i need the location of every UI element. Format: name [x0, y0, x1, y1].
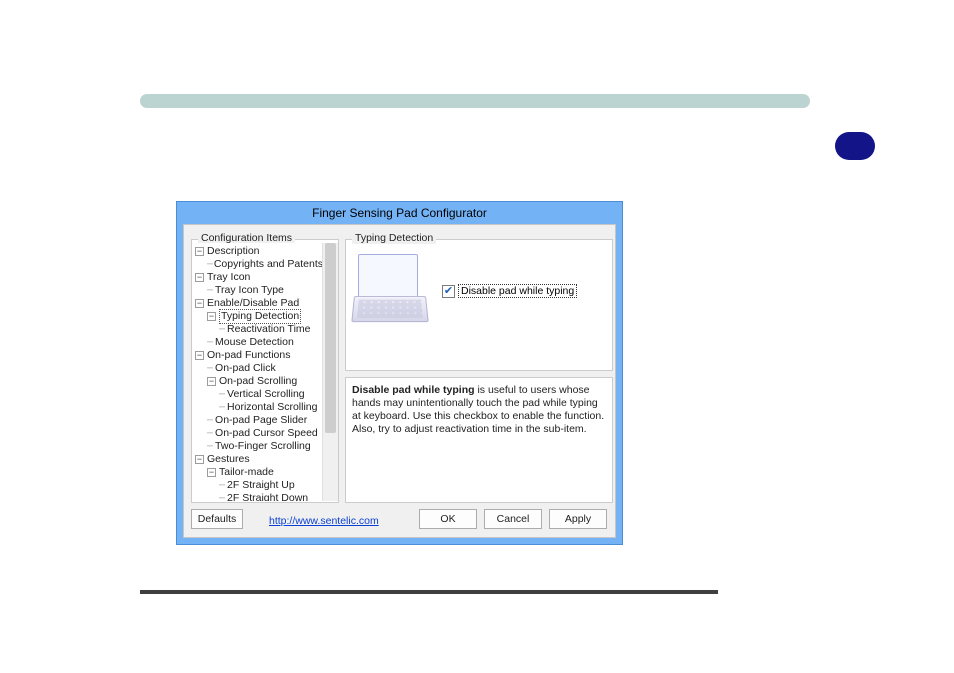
- decorative-pill: [835, 132, 875, 160]
- typing-illustration: [354, 254, 426, 328]
- tree-item-label: Gestures: [207, 453, 250, 466]
- tree-collapse-icon[interactable]: −: [207, 312, 216, 321]
- tree-item-label: Mouse Detection: [215, 336, 294, 349]
- configuration-items-group: Configuration Items −Description⋯Copyrig…: [191, 239, 339, 503]
- tree-branch-icon: ⋯: [207, 284, 212, 297]
- tree-item-label: On-pad Functions: [207, 349, 290, 362]
- tree-item[interactable]: −On-pad Functions: [193, 349, 323, 362]
- tree-collapse-icon[interactable]: −: [195, 351, 204, 360]
- tree-item-label: Tray Icon: [207, 271, 250, 284]
- tree-item-label: On-pad Scrolling: [219, 375, 297, 388]
- footer-rule: [140, 590, 718, 594]
- tree-item[interactable]: ⋯Tray Icon Type: [193, 284, 323, 297]
- tree-collapse-icon[interactable]: −: [195, 247, 204, 256]
- tree-item-label: On-pad Cursor Speed: [215, 427, 318, 440]
- tree-collapse-icon[interactable]: −: [207, 468, 216, 477]
- tree-item[interactable]: ⋯Two-Finger Scrolling: [193, 440, 323, 453]
- tree-branch-icon: ⋯: [207, 362, 212, 375]
- tree-item-label: On-pad Page Slider: [215, 414, 307, 427]
- tree-branch-icon: ⋯: [207, 336, 212, 349]
- tree-item[interactable]: ⋯Mouse Detection: [193, 336, 323, 349]
- window-client: Configuration Items −Description⋯Copyrig…: [183, 224, 616, 538]
- tree-item-label: Description: [207, 245, 260, 258]
- illustration-keyboard-icon: [351, 296, 428, 322]
- tree-item-label: Typing Detection: [219, 309, 301, 324]
- tree-item[interactable]: ⋯On-pad Click: [193, 362, 323, 375]
- tree-branch-icon: ⋯: [207, 258, 212, 271]
- tree-item[interactable]: ⋯2F Straight Up: [193, 479, 323, 492]
- tree-item[interactable]: −Gestures: [193, 453, 323, 466]
- tree-item[interactable]: −Description: [193, 245, 323, 258]
- tree-item[interactable]: ⋯2F Straight Down: [193, 492, 323, 501]
- tree-collapse-icon[interactable]: −: [207, 377, 216, 386]
- cancel-button[interactable]: Cancel: [484, 509, 542, 529]
- tree-item[interactable]: −Tray Icon: [193, 271, 323, 284]
- tree-item[interactable]: ⋯Reactivation Time: [193, 323, 323, 336]
- disable-pad-checkbox-label: Disable pad while typing: [458, 284, 577, 298]
- tree-branch-icon: ⋯: [219, 492, 224, 501]
- tree-branch-icon: ⋯: [207, 414, 212, 427]
- tree-item-label: Tray Icon Type: [215, 284, 284, 297]
- tree-item[interactable]: −Typing Detection: [193, 310, 323, 323]
- tree-item[interactable]: ⋯On-pad Page Slider: [193, 414, 323, 427]
- configuration-tree[interactable]: −Description⋯Copyrights and Patents−Tray…: [193, 243, 323, 501]
- tree-branch-icon: ⋯: [207, 440, 212, 453]
- tree-item-label: Horizontal Scrolling: [227, 401, 317, 414]
- illustration-screen-icon: [358, 254, 418, 300]
- sentelic-link[interactable]: http://www.sentelic.com: [269, 515, 379, 527]
- tree-collapse-icon[interactable]: −: [195, 299, 204, 308]
- tree-item-label: Two-Finger Scrolling: [215, 440, 311, 453]
- tree-item-label: Reactivation Time: [227, 323, 310, 336]
- tree-item[interactable]: ⋯Horizontal Scrolling: [193, 401, 323, 414]
- tree-item-label: Copyrights and Patents: [214, 258, 323, 271]
- tree-item[interactable]: −On-pad Scrolling: [193, 375, 323, 388]
- description-text: Disable pad while typing is useful to us…: [352, 384, 606, 436]
- tree-collapse-icon[interactable]: −: [195, 455, 204, 464]
- tree-item-label: 2F Straight Down: [227, 492, 308, 501]
- tree-item[interactable]: ⋯On-pad Cursor Speed: [193, 427, 323, 440]
- typing-detection-label: Typing Detection: [352, 232, 436, 244]
- checkbox-check-icon: ✔: [444, 286, 453, 297]
- defaults-button[interactable]: Defaults: [191, 509, 243, 529]
- configurator-window: Finger Sensing Pad Configurator Configur…: [176, 201, 623, 545]
- description-panel: Disable pad while typing is useful to us…: [345, 377, 613, 503]
- tree-collapse-icon[interactable]: −: [195, 273, 204, 282]
- tree-item[interactable]: ⋯Vertical Scrolling: [193, 388, 323, 401]
- tree-branch-icon: ⋯: [219, 401, 224, 414]
- tree-branch-icon: ⋯: [219, 388, 224, 401]
- tree-item-label: Vertical Scrolling: [227, 388, 305, 401]
- tree-branch-icon: ⋯: [219, 479, 224, 492]
- apply-button[interactable]: Apply: [549, 509, 607, 529]
- decorative-bar: [140, 94, 810, 108]
- window-title: Finger Sensing Pad Configurator: [177, 202, 622, 224]
- tree-scrollarea: −Description⋯Copyrights and Patents−Tray…: [193, 243, 338, 501]
- tree-item-label: Tailor-made: [219, 466, 274, 479]
- ok-button[interactable]: OK: [419, 509, 477, 529]
- tree-item[interactable]: ⋯Copyrights and Patents: [193, 258, 323, 271]
- disable-pad-checkbox[interactable]: ✔: [442, 285, 455, 298]
- tree-item-label: On-pad Click: [215, 362, 276, 375]
- typing-detection-group: Typing Detection ✔ Disable pad while typ…: [345, 239, 613, 371]
- disable-pad-checkbox-row[interactable]: ✔ Disable pad while typing: [442, 284, 577, 298]
- tree-item[interactable]: −Tailor-made: [193, 466, 323, 479]
- tree-branch-icon: ⋯: [219, 323, 224, 336]
- scrollbar-thumb[interactable]: [325, 243, 336, 433]
- tree-scrollbar[interactable]: [322, 243, 338, 501]
- tree-item-label: 2F Straight Up: [227, 479, 295, 492]
- description-bold-lead: Disable pad while typing: [352, 384, 475, 396]
- tree-branch-icon: ⋯: [207, 427, 212, 440]
